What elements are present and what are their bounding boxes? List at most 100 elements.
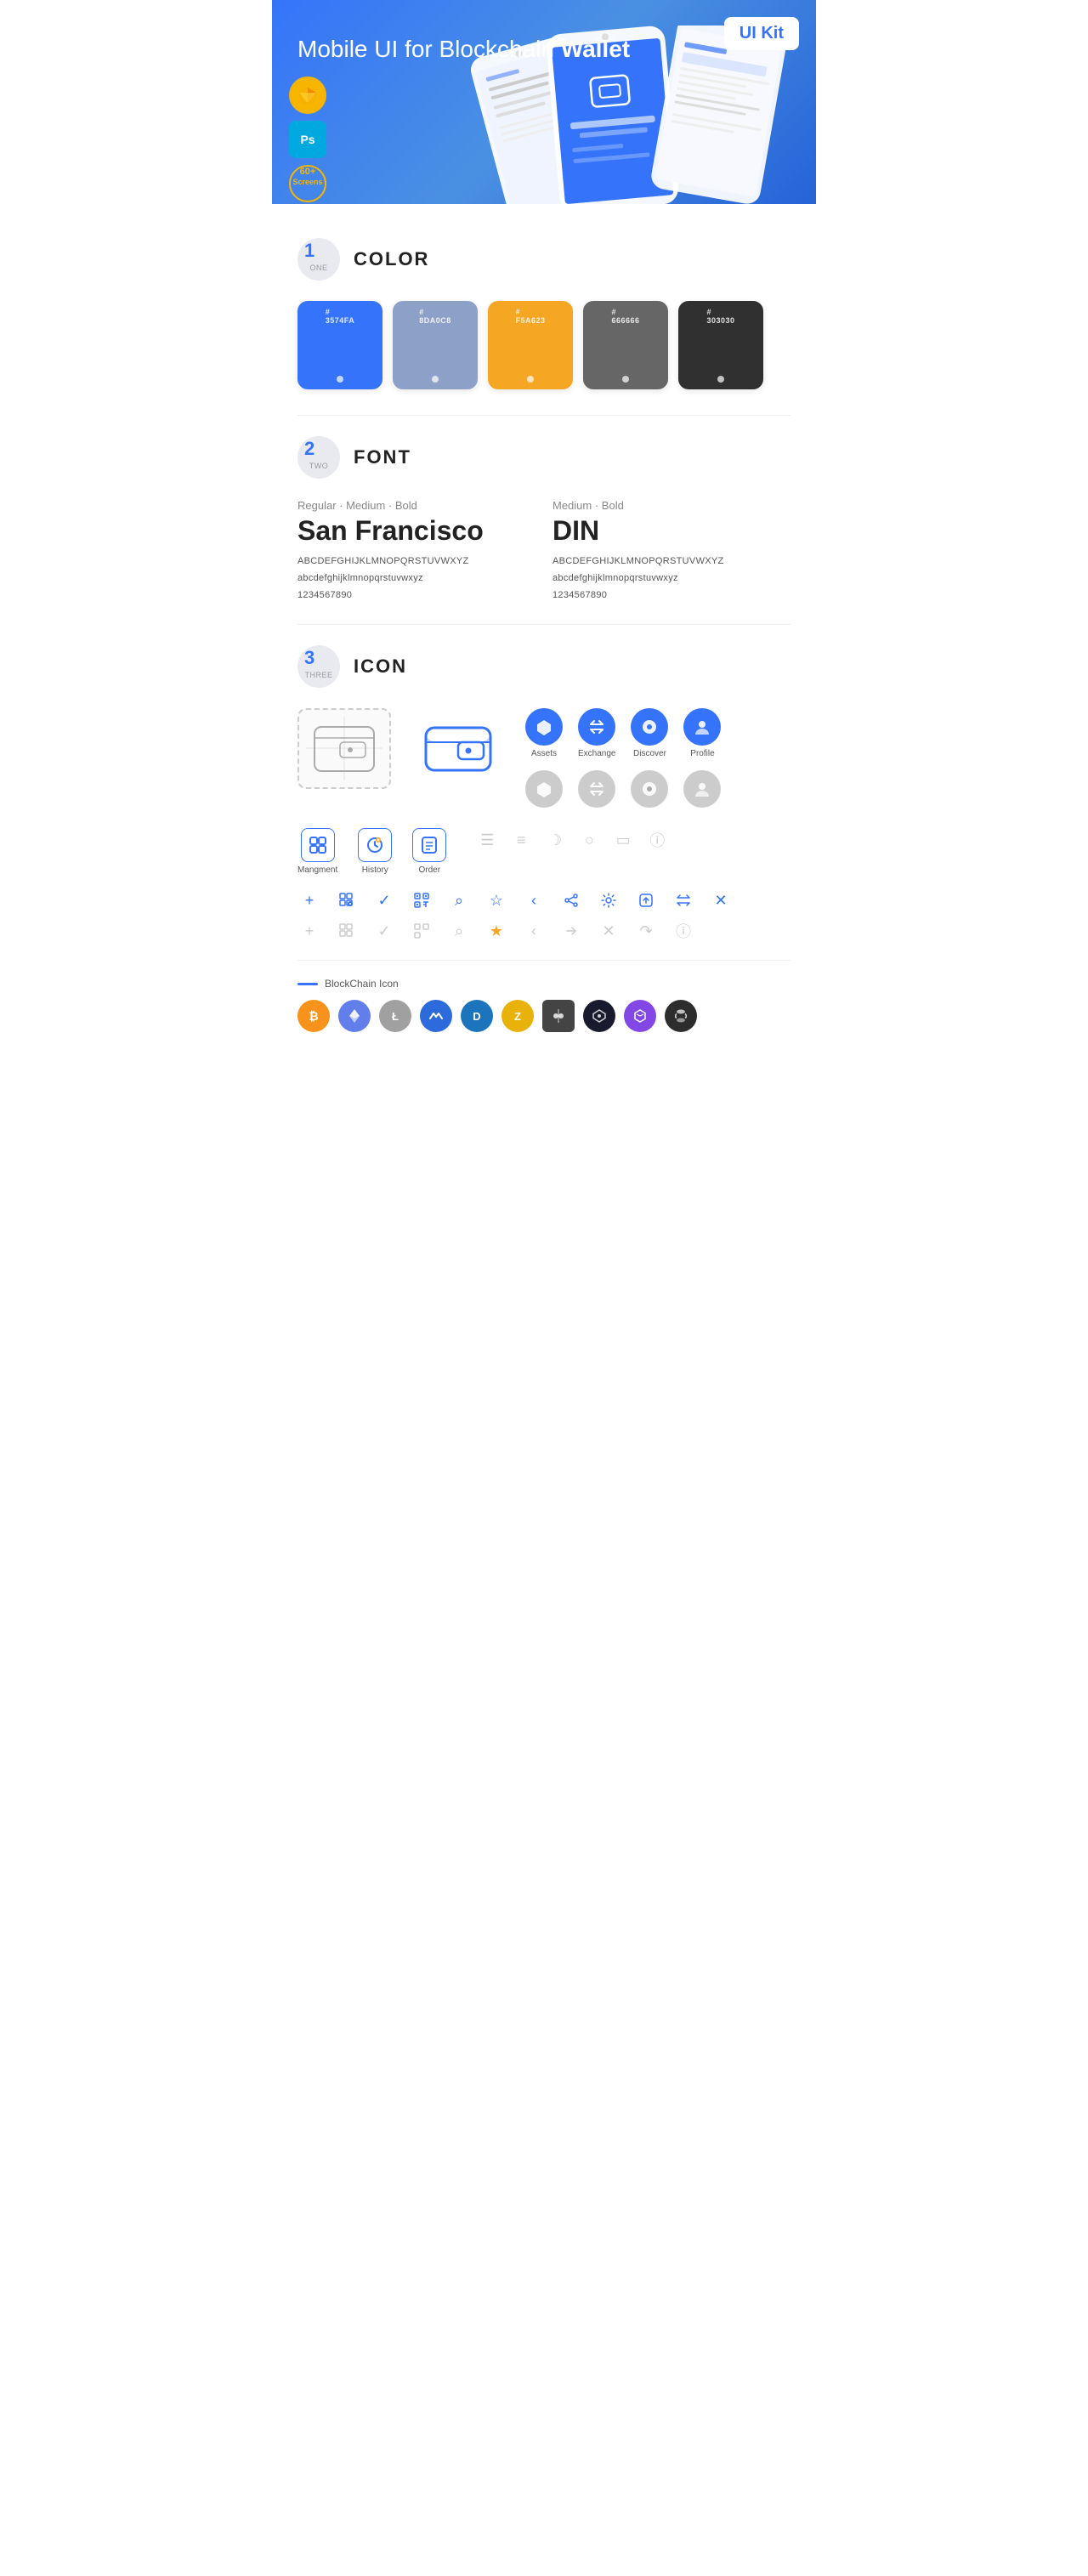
section-number-2: 2 TWO	[298, 436, 340, 479]
swatch-color-blue: #3574FA	[298, 301, 382, 369]
tab-icons-blue: Assets Exchange Discover	[525, 708, 721, 808]
tab-exchange-blue: Exchange	[578, 708, 615, 758]
sketch-badge	[289, 77, 326, 114]
svg-text:Ł: Ł	[392, 1010, 399, 1023]
discover-label: Discover	[633, 749, 666, 758]
utility-icons-blue-row: + ✓ ⌕ ☆ ‹ ✕	[298, 888, 790, 912]
svg-text:₿: ₿	[309, 1009, 318, 1023]
sf-style-label: Regular · Medium · Bold	[298, 499, 536, 512]
divider-1	[298, 415, 790, 416]
wallet-guide-svg	[306, 717, 382, 780]
icon-title: ICON	[354, 655, 407, 678]
sf-uppercase: ABCDEFGHIJKLMNOPQRSTUVWXYZ	[298, 553, 536, 570]
swatch-gray: #666666	[583, 301, 668, 389]
din-numbers: 1234567890	[552, 587, 790, 604]
management-icon	[301, 828, 335, 862]
qr-icon	[410, 888, 434, 912]
star-orange-icon: ★	[484, 919, 508, 943]
zcash-icon: Z	[502, 1000, 534, 1032]
discover-icon-circle-gray	[631, 770, 668, 808]
btc-icon: ₿	[298, 1000, 330, 1032]
profile-label: Profile	[690, 749, 714, 758]
section-number-1: 1 ONE	[298, 238, 340, 281]
color-swatches: #3574FA #8DA0C8 #F5A623 #666666 #303030	[298, 301, 790, 389]
chat2-icon: ▭	[611, 828, 635, 852]
dash-icon: D	[461, 1000, 493, 1032]
sf-name: San Francisco	[298, 515, 536, 547]
upload-icon	[634, 888, 658, 912]
hero-section: Mobile UI for Blockchain Wallet UI Kit P…	[272, 0, 816, 204]
swatch-dot-dark	[678, 369, 763, 389]
swatch-color-dark: #303030	[678, 301, 763, 369]
tab-assets-gray	[525, 770, 563, 808]
din-name: DIN	[552, 515, 790, 547]
plus-gray-icon: +	[298, 919, 321, 943]
cardano-icon	[583, 1000, 615, 1032]
close-icon: ✕	[709, 888, 733, 912]
settings-icon	[597, 888, 620, 912]
swatch-dot-blue	[298, 369, 382, 389]
swatch-color-grayblue: #8DA0C8	[393, 301, 478, 369]
main-content: 1 ONE COLOR #3574FA #8DA0C8 #F5A623 #666…	[272, 204, 816, 1083]
star-icon: ☆	[484, 888, 508, 912]
divider-2	[298, 624, 790, 625]
ltc-icon: Ł	[379, 1000, 411, 1032]
moon-icon: ☽	[543, 828, 567, 852]
tab-discover-blue: Discover	[631, 708, 668, 758]
svg-text:D: D	[473, 1010, 480, 1023]
plus-icon: +	[298, 888, 321, 912]
order-label: Order	[418, 865, 440, 875]
swatch-color-orange: #F5A623	[488, 301, 573, 369]
management-label: Mangment	[298, 865, 337, 875]
swatch-dot-gray	[583, 369, 668, 389]
wallet-icon-filled	[411, 708, 505, 789]
waves-icon	[420, 1000, 452, 1032]
stack-icon: ≡	[509, 828, 533, 852]
swatch-color-gray: #666666	[583, 301, 668, 369]
back-icon: ‹	[522, 888, 546, 912]
separator-1	[298, 960, 790, 961]
tab-profile-blue: Profile	[683, 708, 721, 758]
dot-icon	[665, 1000, 697, 1032]
assets-icon-circle	[525, 708, 563, 746]
grid-edit-icon	[335, 888, 359, 912]
x-gray-icon: ✕	[597, 919, 620, 943]
share-gray-icon	[559, 919, 583, 943]
tab-discover-gray	[631, 770, 668, 808]
font-title: FONT	[354, 446, 411, 468]
swatch-dark: #303030	[678, 301, 763, 389]
qr-gray-icon	[410, 919, 434, 943]
swatch-gray-blue: #8DA0C8	[393, 301, 478, 389]
ui-kit-badge: UI Kit	[724, 17, 799, 50]
svg-text:Z: Z	[514, 1010, 521, 1023]
app-icons-row: Mangment History Order ☰ ≡ ☽ ○ ▭ ⓘ	[298, 828, 790, 875]
circle-icon: ○	[577, 828, 601, 852]
din-lowercase: abcdefghijklmnopqrstuvwxyz	[552, 570, 790, 587]
profile-icon-circle	[683, 708, 721, 746]
sf-numbers: 1234567890	[298, 587, 536, 604]
order-icon	[412, 828, 446, 862]
blockchain-label: BlockChain Icon	[298, 978, 790, 990]
assets-label: Assets	[531, 749, 557, 758]
history-icon	[358, 828, 392, 862]
tab-profile-gray	[683, 770, 721, 808]
utility-icons-gray-row: + ✓ ⌕ ★ ‹ ✕ ↷ ⓘ	[298, 919, 790, 943]
assets-icon-circle-gray	[525, 770, 563, 808]
small-gray-icons: ☰ ≡ ☽ ○ ▭ ⓘ	[475, 828, 669, 852]
order-icon-item: Order	[412, 828, 446, 875]
history-label: History	[362, 865, 388, 875]
exchange-label: Exchange	[578, 749, 615, 758]
redo-gray-icon: ↷	[634, 919, 658, 943]
color-section-header: 1 ONE COLOR	[298, 238, 790, 281]
info-icon: ⓘ	[645, 828, 669, 852]
search-icon: ⌕	[447, 888, 471, 912]
swatch-blue: #3574FA	[298, 301, 382, 389]
blockchain-line-icon	[298, 983, 318, 985]
iota-icon	[542, 1000, 575, 1032]
utility-icons-section: + ✓ ⌕ ☆ ‹ ✕	[298, 888, 790, 943]
eth-icon	[338, 1000, 371, 1032]
font-grid: Regular · Medium · Bold San Francisco AB…	[298, 499, 790, 604]
matic-icon	[624, 1000, 656, 1032]
wallet-filled-svg	[424, 721, 492, 776]
hero-title: Mobile UI for Blockchain Wallet	[298, 34, 790, 65]
